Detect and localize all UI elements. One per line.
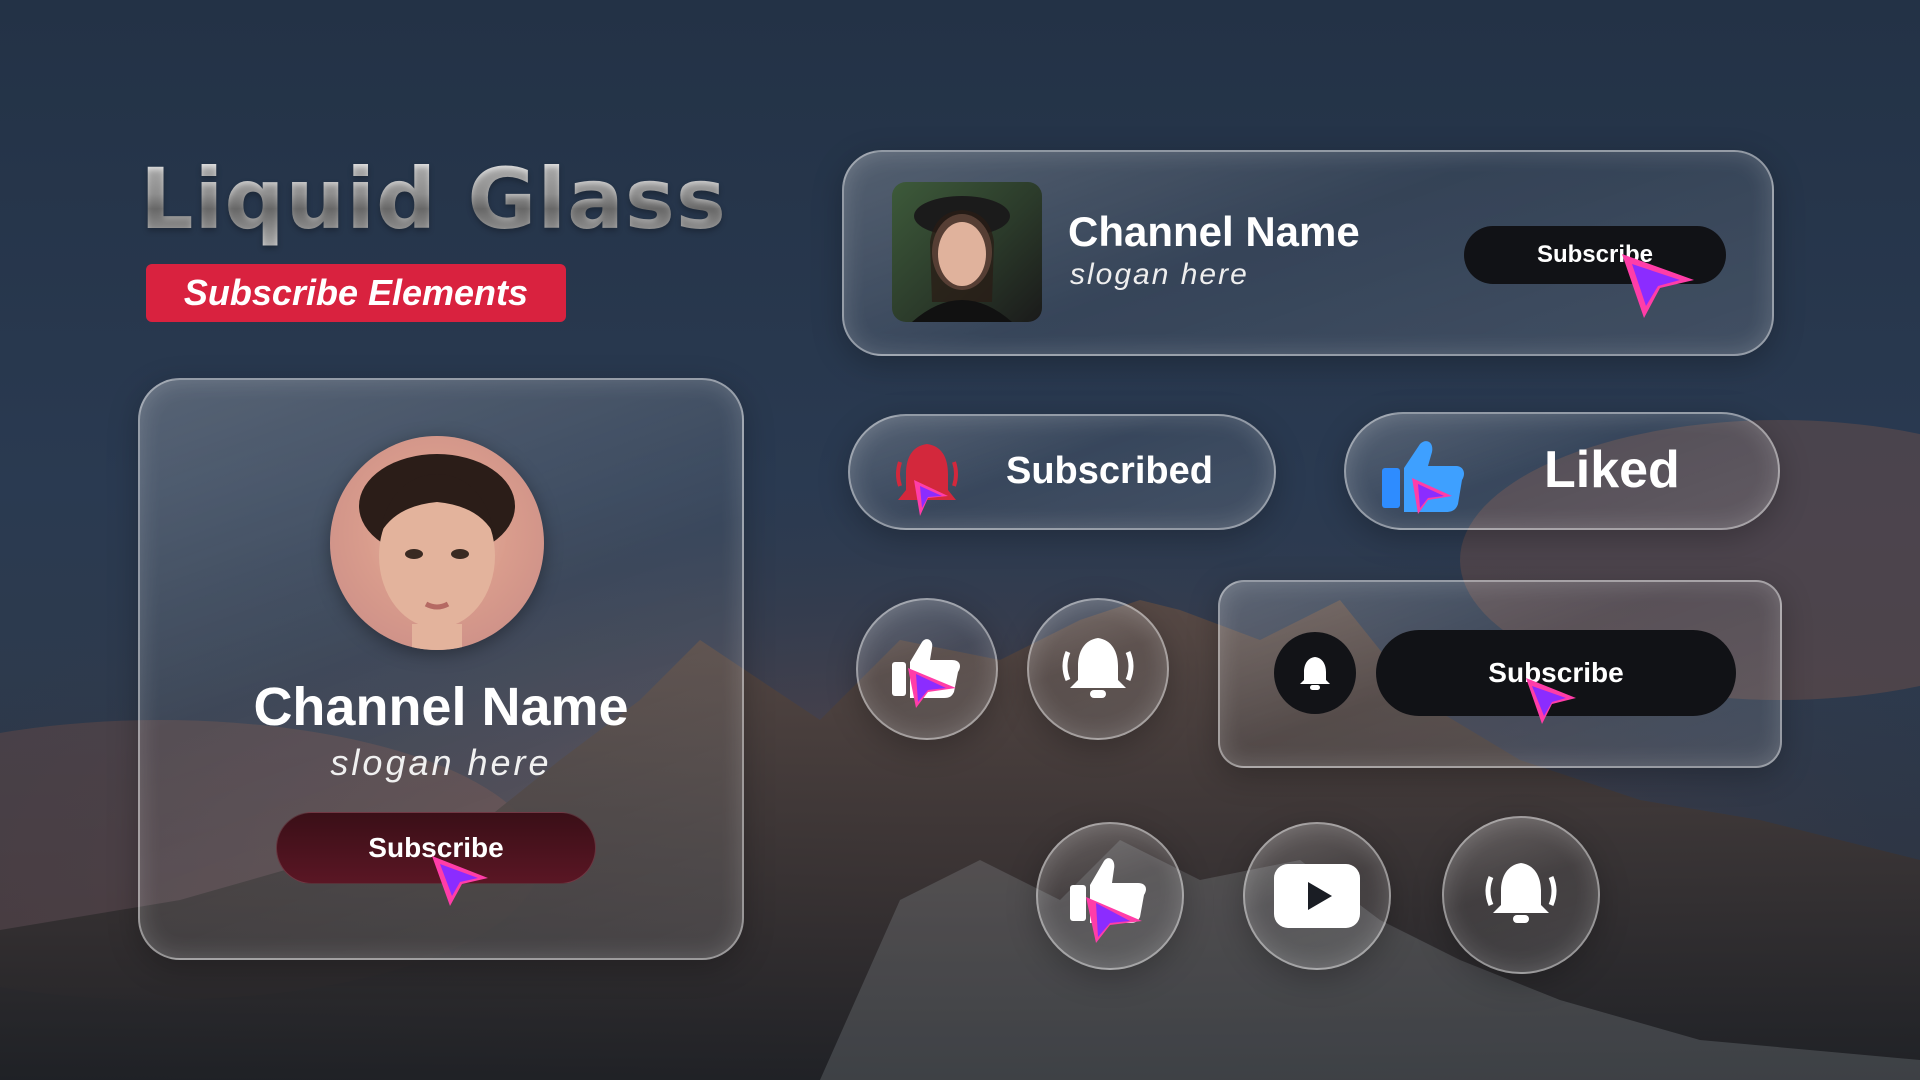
notification-round-button[interactable] (1027, 598, 1169, 740)
cursor-icon (1526, 678, 1576, 724)
avatar (330, 436, 544, 650)
title-block: Liquid Glass Subscribe Elements (140, 150, 727, 322)
cursor-icon (432, 856, 488, 906)
like-round-button[interactable] (856, 598, 998, 740)
bell-icon (896, 444, 958, 516)
bell-ring-icon (1062, 638, 1134, 698)
channel-photo (892, 182, 1042, 322)
channel-card-horizontal: Channel Name slogan here Subscribe (842, 150, 1774, 356)
cursor-icon (1622, 254, 1694, 318)
channel-slogan: slogan here (330, 742, 552, 783)
thumbs-up-icon (892, 639, 960, 708)
like-round-button[interactable] (1036, 822, 1184, 970)
bell-icon (1300, 657, 1330, 690)
main-title: Liquid Glass (140, 150, 727, 248)
subscribed-label: Subscribed (1006, 450, 1213, 492)
subscribed-pill[interactable]: Subscribed (848, 414, 1276, 530)
channel-slogan: slogan here (1070, 258, 1249, 291)
play-icon (1274, 864, 1360, 928)
bell-subscribe-card: Subscribe (1218, 580, 1782, 768)
liked-label: Liked (1544, 441, 1680, 499)
thumbs-up-icon (1070, 858, 1146, 943)
subtitle-badge: Subscribe Elements (146, 264, 566, 322)
channel-name: Channel Name (253, 677, 629, 737)
thumbs-up-icon (1382, 441, 1464, 514)
bell-ring-icon (1485, 863, 1557, 923)
channel-name: Channel Name (1068, 208, 1360, 255)
notification-round-button[interactable] (1442, 816, 1600, 974)
liked-pill[interactable]: Liked (1344, 412, 1780, 530)
bell-button[interactable] (1274, 632, 1356, 714)
play-round-button[interactable] (1243, 822, 1391, 970)
profile-card-large: Channel Name slogan here Subscribe (138, 378, 744, 960)
